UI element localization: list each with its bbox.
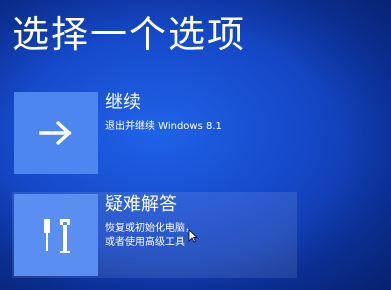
troubleshoot-description: 恢复或初始化电脑， 或者使用高级工具: [105, 222, 245, 250]
mouse-cursor-icon: [188, 229, 198, 243]
troubleshoot-description-line1: 恢复或初始化电脑，: [105, 223, 195, 234]
continue-tile[interactable]: [14, 92, 98, 174]
tools-icon: [44, 219, 70, 253]
continue-title: 继续: [105, 92, 141, 113]
continue-description: 退出并继续 Windows 8.1: [105, 121, 222, 132]
troubleshoot-title: 疑难解答: [105, 194, 177, 215]
arrow-right-icon: [39, 120, 72, 146]
troubleshoot-tile[interactable]: [14, 194, 98, 276]
continue-option[interactable]: 继续 退出并继续 Windows 8.1: [12, 90, 297, 176]
page-title: 选择一个选项: [12, 13, 246, 56]
troubleshoot-description-line2: 或者使用高级工具: [105, 237, 185, 248]
troubleshoot-option[interactable]: 疑难解答 恢复或初始化电脑， 或者使用高级工具: [12, 192, 297, 278]
